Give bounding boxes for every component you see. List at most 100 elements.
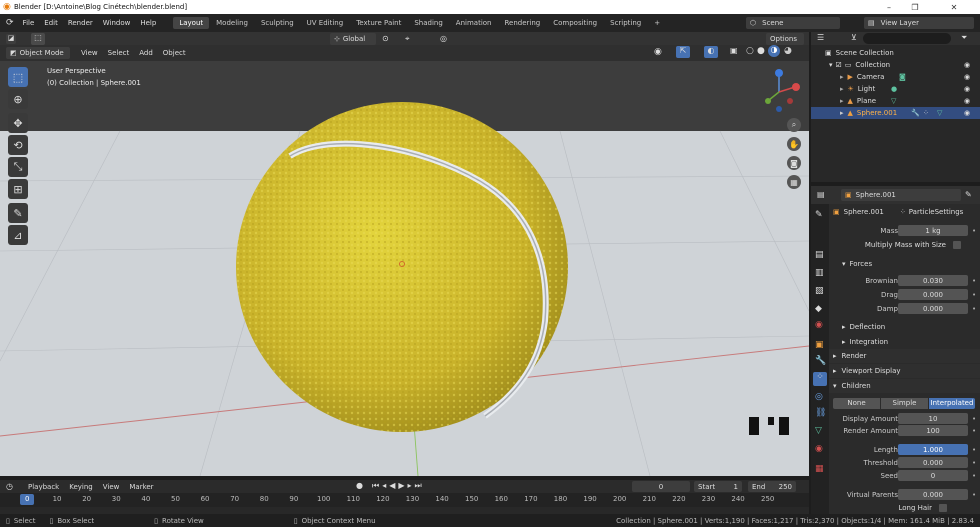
- outliner-filter-funnel-icon[interactable]: ⏷: [961, 33, 967, 43]
- deflection-section[interactable]: ▸ Deflection: [829, 320, 980, 333]
- navigation-gizmo[interactable]: [765, 65, 807, 121]
- playback-controls[interactable]: ⏮◂◀▶▸⏭: [372, 481, 425, 491]
- view-layer-selector[interactable]: ▤ View Layer: [864, 17, 974, 29]
- display-amount-field[interactable]: 10: [898, 413, 968, 424]
- minimize-button[interactable]: –: [876, 0, 902, 14]
- seed-field[interactable]: 0: [898, 470, 968, 481]
- object-tab-icon[interactable]: ▣: [815, 340, 824, 350]
- move-tool[interactable]: ✥: [8, 113, 28, 133]
- material-shading-icon[interactable]: ◑: [768, 45, 780, 57]
- menu-help[interactable]: Help: [135, 19, 161, 27]
- cursor-tool[interactable]: ⊕: [8, 89, 28, 109]
- tab-rendering[interactable]: Rendering: [498, 17, 546, 29]
- timeline-body[interactable]: [0, 507, 809, 514]
- gizmo-toggle-icon[interactable]: ⇱: [676, 46, 690, 58]
- properties-editor-icon[interactable]: ▤: [817, 190, 825, 199]
- keyframe-dot-icon[interactable]: •: [972, 491, 976, 499]
- multiply-mass-checkbox[interactable]: [953, 240, 961, 249]
- close-button[interactable]: ✕: [928, 0, 980, 14]
- timeline-menu-keying[interactable]: Keying: [64, 483, 98, 491]
- outliner-editor-icon[interactable]: ☰: [817, 33, 824, 42]
- drag-field[interactable]: 0.000: [898, 289, 968, 300]
- timeline-ruler[interactable]: 0 10 20 30 40 50 60 70 80 90 100 110 120 130 140 150 160…: [0, 493, 809, 507]
- keyframe-dot-icon[interactable]: •: [972, 291, 976, 299]
- viewport-menu-add[interactable]: Add: [134, 49, 158, 57]
- start-frame-field[interactable]: Start 1: [694, 481, 742, 492]
- checkbox-icon[interactable]: ☑: [836, 61, 842, 69]
- expand-arrow-icon[interactable]: ▾: [829, 61, 833, 69]
- outliner-scene-collection[interactable]: ▣ Scene Collection: [811, 47, 980, 59]
- outliner-item-camera[interactable]: ▸ ▶ Camera ◙ ◉: [811, 71, 980, 83]
- visibility-icon[interactable]: ◉: [654, 47, 662, 57]
- expand-arrow-icon[interactable]: ▸: [840, 97, 844, 105]
- timeline-editor-icon[interactable]: ◷: [6, 482, 13, 491]
- eye-icon[interactable]: ◉: [964, 109, 970, 117]
- ortho-grid-icon[interactable]: ▦: [787, 175, 801, 189]
- blender-menu-icon[interactable]: ⟳: [6, 18, 14, 28]
- timeline-menu-playback[interactable]: Playback: [23, 483, 64, 491]
- tab-sculpting[interactable]: Sculpting: [255, 17, 300, 29]
- view-layer-tab-icon[interactable]: ▨: [815, 286, 824, 296]
- constraints-tab-icon[interactable]: ⛓: [815, 408, 826, 418]
- expand-arrow-icon[interactable]: ▸: [840, 109, 844, 117]
- expand-arrow-icon[interactable]: ▸: [840, 73, 844, 81]
- tab-texture-paint[interactable]: Texture Paint: [350, 17, 407, 29]
- options-dropdown[interactable]: Options: [766, 33, 804, 45]
- zoom-icon[interactable]: ⌕: [787, 118, 801, 132]
- solid-shading-icon[interactable]: ●: [757, 46, 765, 56]
- rendered-shading-icon[interactable]: ◕: [784, 46, 792, 56]
- wireframe-shading-icon[interactable]: ○: [746, 46, 754, 56]
- tab-shading[interactable]: Shading: [408, 17, 448, 29]
- world-tab-icon[interactable]: ◉: [815, 320, 823, 330]
- brownian-field[interactable]: 0.030: [898, 275, 968, 286]
- tab-layout[interactable]: Layout: [173, 17, 210, 29]
- render-tab-icon[interactable]: ▤: [815, 250, 824, 260]
- viewport-display-section[interactable]: ▸ Viewport Display: [829, 364, 980, 378]
- 3d-viewport[interactable]: User Perspective (0) Collection | Sphere…: [0, 61, 809, 476]
- outliner-collection[interactable]: ▾ ☑ ▭ Collection ◉: [811, 59, 980, 71]
- scene-tab-icon[interactable]: ◆: [815, 304, 822, 314]
- outliner-item-sphere[interactable]: ▸ ▲ Sphere.001 🔧 ⁘ ▽ ◉: [811, 107, 980, 119]
- tab-animation[interactable]: Animation: [450, 17, 498, 29]
- tab-modeling[interactable]: Modeling: [210, 17, 254, 29]
- proportional-edit-icon[interactable]: ◎: [440, 34, 447, 43]
- transform-orientation-dropdown[interactable]: ⊹ Global: [330, 33, 376, 45]
- menu-render[interactable]: Render: [63, 19, 98, 27]
- children-simple-button[interactable]: Simple: [881, 398, 928, 409]
- scene-selector[interactable]: ⬡ Scene: [746, 17, 840, 29]
- outliner-filter-icon[interactable]: ⊻: [851, 33, 857, 42]
- output-tab-icon[interactable]: ▥: [815, 268, 824, 278]
- eye-icon[interactable]: ◉: [964, 73, 970, 81]
- rotate-tool[interactable]: ⟲: [8, 135, 28, 155]
- texture-tab-icon[interactable]: ▦: [815, 464, 824, 474]
- end-frame-field[interactable]: End 250: [748, 481, 796, 492]
- keyframe-dot-icon[interactable]: •: [972, 427, 976, 435]
- long-hair-checkbox[interactable]: [939, 503, 947, 512]
- overlay-toggle-icon[interactable]: ◐: [704, 46, 718, 58]
- select-box-tool[interactable]: ⬚: [8, 67, 28, 87]
- xray-icon[interactable]: ▣: [730, 46, 738, 55]
- annotate-tool[interactable]: ✎: [8, 203, 28, 223]
- material-tab-icon[interactable]: ◉: [815, 444, 823, 454]
- current-frame-field[interactable]: 0: [632, 481, 690, 492]
- menu-edit[interactable]: Edit: [39, 19, 63, 27]
- eye-icon[interactable]: ◉: [964, 97, 970, 105]
- properties-search[interactable]: ▣ Sphere.001: [841, 189, 961, 201]
- select-mode-icon[interactable]: ⬚: [31, 33, 45, 45]
- expand-arrow-icon[interactable]: ▸: [840, 85, 844, 93]
- particles-tab-icon[interactable]: ⁘: [813, 372, 827, 386]
- render-section[interactable]: ▸ Render: [829, 349, 980, 363]
- measure-tool[interactable]: ⊿: [8, 225, 28, 245]
- tab-uv-editing[interactable]: UV Editing: [301, 17, 350, 29]
- pivot-icon[interactable]: ⊙: [382, 34, 389, 43]
- modifier-tab-icon[interactable]: 🔧: [815, 356, 826, 366]
- keyframe-dot-icon[interactable]: •: [972, 446, 976, 454]
- pan-hand-icon[interactable]: ✋: [787, 137, 801, 151]
- keyframe-dot-icon[interactable]: •: [972, 227, 976, 235]
- mode-dropdown[interactable]: ◩ Object Mode: [6, 47, 70, 59]
- maximize-button[interactable]: ❐: [902, 0, 928, 14]
- children-none-button[interactable]: None: [833, 398, 880, 409]
- scale-tool[interactable]: ⤡: [8, 157, 28, 177]
- camera-view-icon[interactable]: ◙: [787, 156, 801, 170]
- add-workspace-button[interactable]: +: [648, 17, 666, 29]
